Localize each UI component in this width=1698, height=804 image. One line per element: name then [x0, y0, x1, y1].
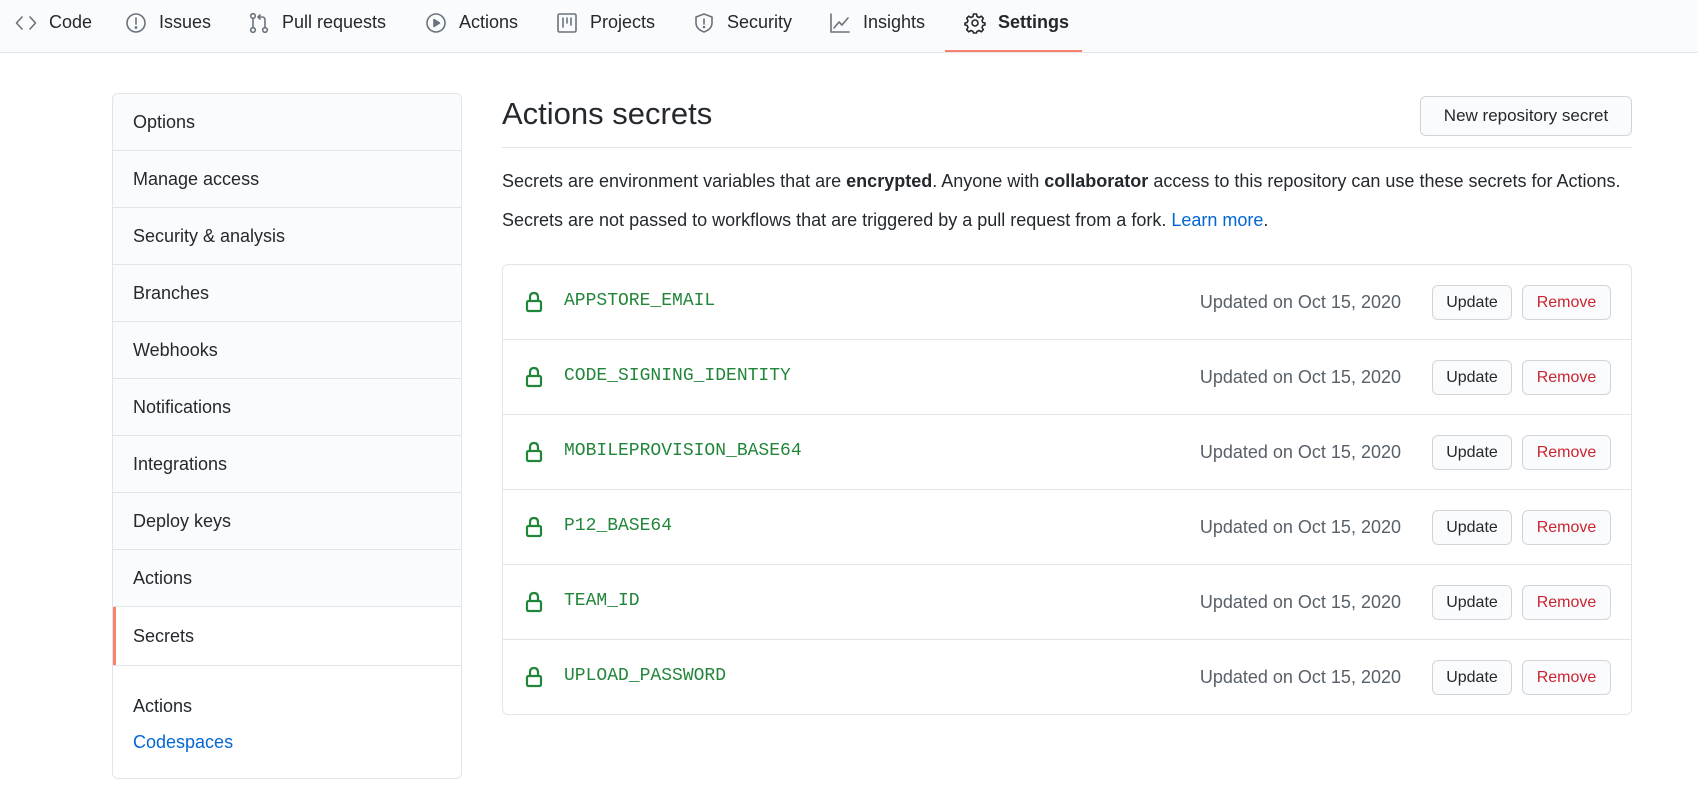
tab-settings[interactable]: Settings — [964, 0, 1069, 53]
secret-name: MOBILEPROVISION_BASE64 — [564, 441, 802, 461]
secret-updated: Updated on Oct 15, 2020 — [1199, 367, 1401, 387]
secret-updated: Updated on Oct 15, 2020 — [1199, 292, 1401, 312]
learn-more-link[interactable]: Learn more — [1171, 210, 1263, 230]
sidebar-item-label: Secrets — [133, 625, 195, 646]
update-button[interactable]: Update — [1432, 585, 1512, 620]
tab-pull-requests[interactable]: Pull requests — [248, 0, 386, 53]
project-icon — [557, 12, 577, 33]
secret-name: TEAM_ID — [564, 591, 640, 611]
secret-name: APPSTORE_EMAIL — [564, 291, 716, 311]
title-divider — [502, 147, 1632, 148]
lock-icon — [525, 366, 543, 388]
notice-end: . — [1263, 210, 1269, 230]
issue-icon — [126, 12, 146, 33]
tab-actions[interactable]: Actions — [425, 0, 518, 53]
tab-projects[interactable]: Projects — [556, 0, 655, 53]
secret-row: CODE_SIGNING_IDENTITY Updated on Oct 15,… — [503, 340, 1631, 415]
secret-updated: Updated on Oct 15, 2020 — [1199, 667, 1401, 687]
repo-nav: Code Issues Pull requests Actions Projec… — [0, 0, 1698, 53]
sidebar-subitem-actions[interactable]: Actions — [133, 696, 192, 717]
secret-row: P12_BASE64 Updated on Oct 15, 2020 Updat… — [503, 490, 1631, 565]
tab-code[interactable]: Code — [15, 0, 92, 53]
tab-label: Issues — [159, 12, 212, 32]
fork-notice: Secrets are not passed to workflows that… — [502, 210, 1268, 231]
remove-button[interactable]: Remove — [1522, 585, 1611, 620]
page-title: Actions secrets — [502, 96, 713, 131]
tab-security[interactable]: Security — [693, 0, 792, 53]
tab-label: Actions — [459, 12, 519, 32]
desc-bold-collaborator: collaborator — [1044, 171, 1149, 191]
gear-icon — [964, 12, 986, 34]
secret-updated: Updated on Oct 15, 2020 — [1199, 442, 1401, 462]
remove-button[interactable]: Remove — [1522, 510, 1611, 545]
sidebar-item-label: Manage access — [133, 168, 260, 189]
tab-issues[interactable]: Issues — [125, 0, 211, 53]
lock-icon — [525, 441, 543, 463]
sidebar-item-label: Deploy keys — [133, 510, 232, 531]
lock-icon — [525, 291, 543, 313]
sidebar-item-label: Options — [133, 111, 196, 132]
secret-name: CODE_SIGNING_IDENTITY — [564, 366, 791, 386]
secret-row: APPSTORE_EMAIL Updated on Oct 15, 2020 U… — [503, 265, 1631, 340]
secret-row: MOBILEPROVISION_BASE64 Updated on Oct 15… — [503, 415, 1631, 490]
secret-updated: Updated on Oct 15, 2020 — [1199, 592, 1401, 612]
sidebar-item-label: Integrations — [133, 453, 228, 474]
tab-label: Projects — [590, 12, 656, 32]
sidebar-subitem-codespaces[interactable]: Codespaces — [133, 732, 233, 753]
secret-row: TEAM_ID Updated on Oct 15, 2020 Update R… — [503, 565, 1631, 640]
notice-text: Secrets are not passed to workflows that… — [502, 210, 1172, 230]
sidebar-item-manage-access[interactable]: Manage access — [113, 151, 461, 208]
secret-list: APPSTORE_EMAIL Updated on Oct 15, 2020 U… — [502, 264, 1632, 715]
desc-text: Secrets are environment variables that a… — [502, 171, 847, 191]
sidebar-item-label: Security & analysis — [133, 225, 286, 246]
desc-text: access to this repository can use these … — [1148, 171, 1621, 191]
sidebar-item-label: Branches — [133, 282, 210, 303]
sidebar-item-label: Actions — [133, 567, 193, 588]
remove-button[interactable]: Remove — [1522, 285, 1611, 320]
secret-name: UPLOAD_PASSWORD — [564, 666, 727, 686]
update-button[interactable]: Update — [1432, 435, 1512, 470]
sidebar-item-label: Webhooks — [133, 339, 218, 360]
desc-bold-encrypted: encrypted — [846, 171, 933, 191]
sidebar-item-options[interactable]: Options — [113, 94, 461, 151]
secret-row: UPLOAD_PASSWORD Updated on Oct 15, 2020 … — [503, 640, 1631, 714]
tab-label: Insights — [863, 12, 926, 32]
tab-label: Pull requests — [282, 12, 387, 32]
remove-button[interactable]: Remove — [1522, 435, 1611, 470]
update-button[interactable]: Update — [1432, 660, 1512, 695]
pull-request-icon — [249, 12, 269, 33]
sidebar-item-security-analysis[interactable]: Security & analysis — [113, 208, 461, 265]
graph-icon — [830, 12, 850, 33]
desc-text: . Anyone with — [932, 171, 1045, 191]
sidebar-item-actions[interactable]: Actions — [113, 550, 461, 607]
update-button[interactable]: Update — [1432, 285, 1512, 320]
sidebar-item-webhooks[interactable]: Webhooks — [113, 322, 461, 379]
shield-icon — [695, 12, 713, 33]
lock-icon — [525, 666, 543, 688]
lock-icon — [525, 591, 543, 613]
tab-label: Code — [49, 12, 93, 32]
sidebar-item-deploy-keys[interactable]: Deploy keys — [113, 493, 461, 550]
secrets-description: Secrets are environment variables that a… — [502, 171, 1621, 192]
tab-insights[interactable]: Insights — [829, 0, 925, 53]
remove-button[interactable]: Remove — [1522, 660, 1611, 695]
update-button[interactable]: Update — [1432, 510, 1512, 545]
play-icon — [426, 12, 446, 33]
tab-label: Settings — [998, 12, 1070, 32]
sidebar-item-secrets[interactable]: Secrets — [113, 607, 461, 666]
remove-button[interactable]: Remove — [1522, 360, 1611, 395]
sidebar-item-label: Notifications — [133, 396, 232, 417]
settings-sidebar: Options Manage access Security & analysi… — [112, 93, 462, 779]
secret-name: P12_BASE64 — [564, 516, 673, 536]
secret-updated: Updated on Oct 15, 2020 — [1199, 517, 1401, 537]
new-repository-secret-button[interactable]: New repository secret — [1420, 96, 1632, 136]
sidebar-item-branches[interactable]: Branches — [113, 265, 461, 322]
sidebar-item-notifications[interactable]: Notifications — [113, 379, 461, 436]
lock-icon — [525, 516, 543, 538]
code-icon — [15, 15, 37, 30]
update-button[interactable]: Update — [1432, 360, 1512, 395]
selected-tab-underline — [945, 50, 1082, 52]
tab-label: Security — [727, 12, 793, 32]
sidebar-item-integrations[interactable]: Integrations — [113, 436, 461, 493]
